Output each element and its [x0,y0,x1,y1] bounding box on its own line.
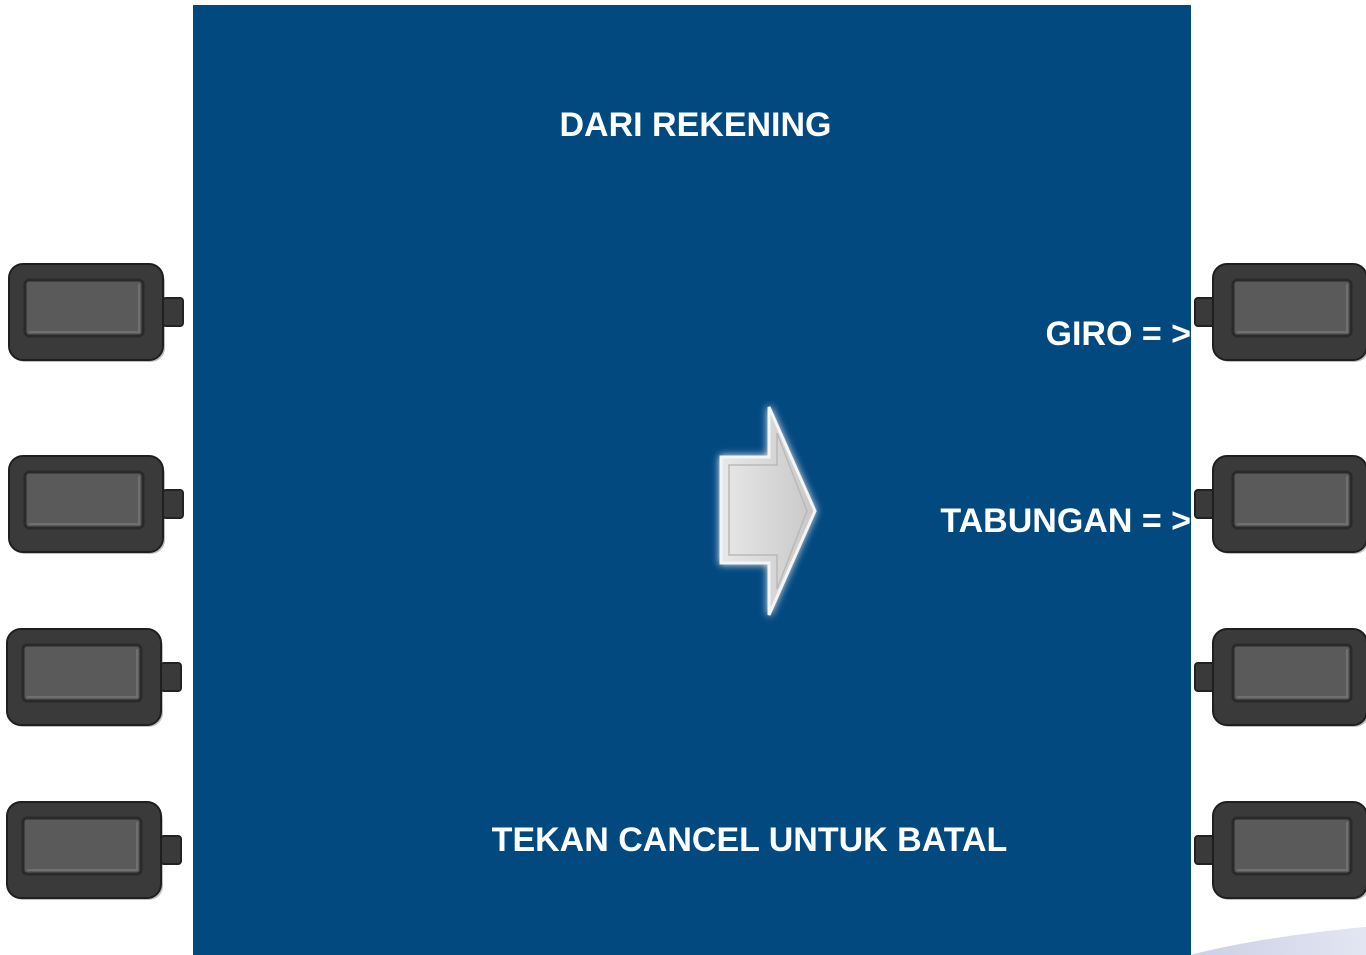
right-arrow-icon [705,393,825,633]
right-fdk-button-4[interactable] [1193,798,1366,908]
atm-side-button-icon [8,455,184,554]
screen-title: DARI REKENING [559,106,832,144]
option-giro-label: GIRO = > [1045,315,1192,353]
atm-page: DARI REKENING GIRO = > TABUNGAN = > TEKA… [0,0,1366,955]
left-fdk-button-4[interactable] [3,798,183,908]
option-tabungan-label: TABUNGAN = > [940,502,1191,540]
atm-side-button-icon [1194,801,1366,900]
atm-side-button-icon [6,801,182,900]
atm-side-button-icon [6,628,182,727]
cancel-instruction: TEKAN CANCEL UNTUK BATAL [491,821,1008,859]
right-fdk-button-tabungan[interactable] [1193,452,1366,562]
atm-side-button-icon [1194,455,1366,554]
left-fdk-button-3[interactable] [3,625,183,735]
right-fdk-button-3[interactable] [1193,625,1366,735]
left-fdk-button-1[interactable] [5,260,185,370]
atm-side-button-icon [1194,263,1366,362]
atm-side-button-icon [1194,628,1366,727]
atm-side-button-icon [8,263,184,362]
left-fdk-button-2[interactable] [5,452,185,562]
atm-screen: DARI REKENING GIRO = > TABUNGAN = > TEKA… [193,5,1191,955]
right-fdk-button-giro[interactable] [1193,260,1366,370]
